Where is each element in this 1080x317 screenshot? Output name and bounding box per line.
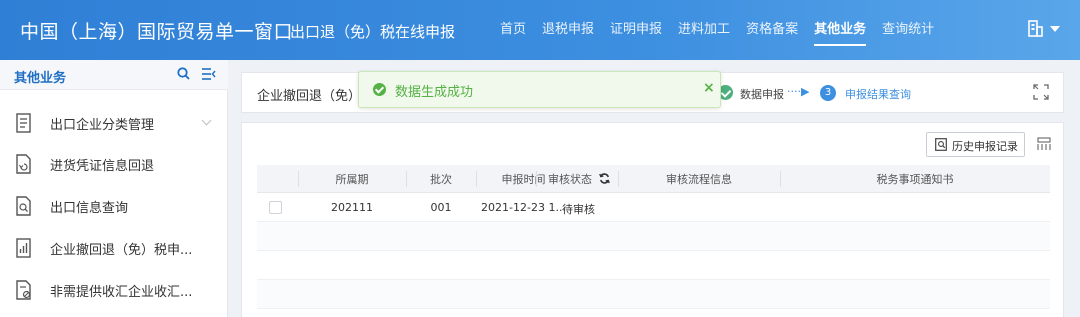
- nav-item-other-business[interactable]: 其他业务: [814, 0, 867, 60]
- nav-item-home[interactable]: 首页: [500, 0, 526, 60]
- document-list-icon: [16, 113, 31, 133]
- column-header-status-label: 审核状态: [548, 173, 592, 186]
- chevron-down-icon: [201, 115, 212, 126]
- history-records-label: 历史申报记录: [952, 140, 1018, 153]
- table-row-empty: [257, 251, 1050, 280]
- nav-item-tax-refund[interactable]: 退税申报: [542, 0, 594, 60]
- column-header-notice: 税务事项通知书: [876, 173, 954, 186]
- row-checkbox[interactable]: [269, 201, 282, 214]
- building-icon[interactable]: [1027, 19, 1043, 37]
- close-icon[interactable]: ×: [703, 80, 715, 96]
- table-row[interactable]: 202111 001 2021-12-23 1... 待审核: [257, 193, 1050, 222]
- document-forbid-icon: [16, 280, 31, 300]
- table-header: 所属期 批次 申报时间 审核状态 审核流程信息 税务事项通知书: [257, 165, 1050, 193]
- system-title: 出口退（免）税在线申报: [290, 23, 456, 41]
- toast-message: 数据生成成功: [395, 85, 474, 100]
- sidebar: 其他业务 出口企业分类管理 进货凭证信息回退 出口信息查询 企业撤回退（免）税申…: [0, 60, 228, 317]
- sidebar-title: 其他业务: [14, 71, 67, 86]
- sidebar-item-label: 出口企业分类管理: [50, 118, 155, 133]
- sidebar-item-label: 非需提供收汇企业收汇...: [50, 285, 193, 300]
- search-icon[interactable]: [177, 67, 190, 80]
- sidebar-item-withdraw-refund[interactable]: 企业撤回退（免）税申...: [0, 228, 228, 268]
- sidebar-item-label: 出口信息查询: [50, 201, 129, 216]
- main-nav: 首页 退税申报 证明申报 进料加工 资格备案 其他业务 查询统计: [500, 0, 950, 60]
- success-check-icon: [373, 83, 386, 96]
- cell-period: 202111: [331, 201, 373, 214]
- cell-status: 待审核: [562, 203, 595, 216]
- column-header-status[interactable]: 审核状态: [536, 171, 621, 187]
- sidebar-item-no-fx-receipt[interactable]: 非需提供收汇企业收汇...: [0, 270, 228, 310]
- document-chart-icon: [16, 238, 31, 258]
- column-header-flow: 审核流程信息: [666, 173, 732, 186]
- user-menu-caret-icon[interactable]: [1050, 26, 1060, 32]
- table-row-empty: [257, 222, 1050, 251]
- result-panel: 历史申报记录 所属期 批次 申报时间 审核状态 审核流程信息 税务事项通知书 2…: [241, 122, 1064, 317]
- history-records-button[interactable]: 历史申报记录: [926, 132, 1025, 157]
- sidebar-header: 其他业务: [0, 60, 228, 90]
- step-arrow-icon: ····▶: [787, 85, 810, 98]
- page-title: 企业撤回退（免）: [257, 89, 362, 104]
- nav-item-processing[interactable]: 进料加工: [678, 0, 730, 60]
- sidebar-item-export-query[interactable]: 出口信息查询: [0, 186, 228, 226]
- step-data-declare[interactable]: 数据申报: [740, 86, 784, 102]
- history-search-icon: [935, 138, 947, 151]
- success-toast: 数据生成成功 ×: [358, 71, 721, 108]
- column-header-period: 所属期: [335, 173, 369, 186]
- step-number-badge: 3: [820, 85, 836, 101]
- sidebar-item-voucher-return[interactable]: 进货凭证信息回退: [0, 144, 228, 184]
- sidebar-item-classification[interactable]: 出口企业分类管理: [0, 103, 228, 143]
- cell-batch: 001: [430, 201, 452, 214]
- nav-item-statistics[interactable]: 查询统计: [882, 0, 934, 60]
- sidebar-item-label: 企业撤回退（免）税申...: [50, 243, 193, 258]
- collapse-menu-icon[interactable]: [202, 68, 216, 80]
- brand-title[interactable]: 中国（上海）国际贸易单一窗口: [20, 17, 293, 44]
- document-return-icon: [16, 154, 31, 174]
- document-search-icon: [16, 196, 31, 216]
- sidebar-item-label: 进货凭证信息回退: [50, 159, 155, 174]
- refresh-icon[interactable]: [598, 173, 610, 184]
- column-header-batch: 批次: [430, 173, 452, 186]
- step-result-query[interactable]: 申报结果查询: [845, 86, 911, 102]
- fullscreen-icon[interactable]: [1033, 84, 1049, 100]
- table-row-empty: [257, 280, 1050, 309]
- top-header: 中国（上海）国际贸易单一窗口 出口退（免）税在线申报 首页 退税申报 证明申报 …: [0, 0, 1080, 60]
- nav-item-certificate[interactable]: 证明申报: [610, 0, 662, 60]
- nav-item-qualification[interactable]: 资格备案: [746, 0, 798, 60]
- column-settings-icon[interactable]: [1037, 137, 1051, 151]
